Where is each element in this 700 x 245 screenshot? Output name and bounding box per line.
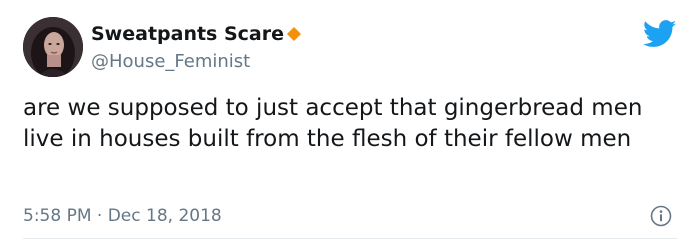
tweet-card: Sweatpants Scare @House_Feminist are we …: [0, 0, 700, 245]
tweet-text: are we supposed to just accept that ging…: [23, 95, 643, 152]
display-name[interactable]: Sweatpants Scare: [91, 22, 284, 46]
info-circle-icon[interactable]: [650, 205, 672, 227]
timestamp-separator: ·: [96, 206, 103, 226]
tweet-time[interactable]: 5:58 PM: [23, 206, 92, 226]
orange-diamond-icon: [287, 27, 301, 41]
twitter-bird-icon[interactable]: [643, 20, 677, 48]
timestamp[interactable]: 5:58 PM · Dec 18, 2018: [23, 205, 222, 227]
avatar[interactable]: [23, 17, 83, 77]
user-handle[interactable]: @House_Feminist: [91, 51, 250, 73]
divider: [23, 238, 677, 239]
avatar-image: [23, 17, 83, 77]
tweet-date[interactable]: Dec 18, 2018: [108, 206, 222, 226]
